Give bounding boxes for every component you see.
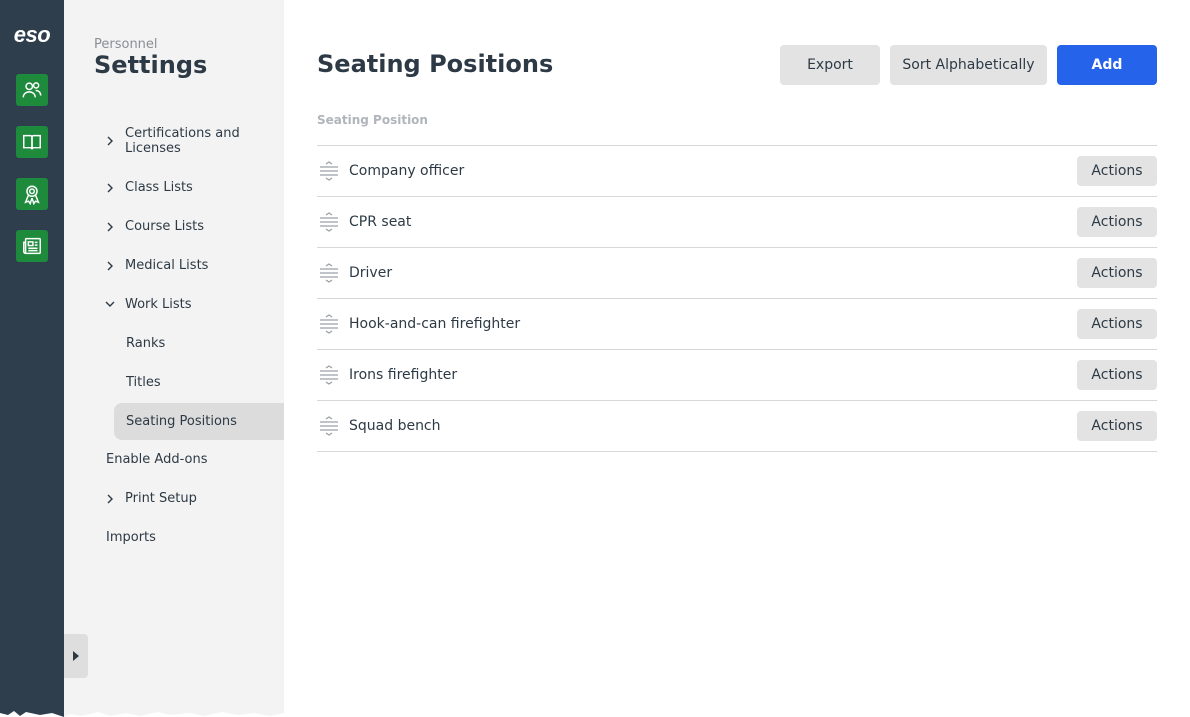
actions-button[interactable]: Actions xyxy=(1077,258,1157,288)
table-row[interactable]: CPR seat Actions xyxy=(317,197,1157,248)
eso-logo[interactable]: eso xyxy=(0,22,64,48)
sidebar-subitem-titles[interactable]: Titles xyxy=(126,375,161,390)
sidebar-item-imports[interactable]: Imports xyxy=(106,530,156,545)
chevron-right-icon[interactable] xyxy=(104,179,116,193)
sidebar-item-work-lists[interactable]: Work Lists xyxy=(125,297,192,312)
column-header-seating-position[interactable]: Seating Position xyxy=(317,113,428,127)
main-content: Seating Positions Export Sort Alphabetic… xyxy=(284,0,1190,717)
row-label: Company officer xyxy=(349,163,465,179)
chevron-down-icon[interactable] xyxy=(104,295,116,307)
row-label: CPR seat xyxy=(349,214,412,230)
drag-handle-icon[interactable] xyxy=(319,161,339,181)
news-icon[interactable] xyxy=(16,230,48,262)
torn-edge-decoration xyxy=(0,711,284,717)
drag-handle-icon[interactable] xyxy=(319,314,339,334)
table-row[interactable]: Squad bench Actions xyxy=(317,401,1157,452)
breadcrumb[interactable]: Personnel xyxy=(94,37,158,52)
actions-button[interactable]: Actions xyxy=(1077,309,1157,339)
sidebar-item-enable-addons[interactable]: Enable Add-ons xyxy=(106,452,207,467)
row-label: Squad bench xyxy=(349,418,441,434)
book-icon[interactable] xyxy=(16,126,48,158)
table-row[interactable]: Company officer Actions xyxy=(317,146,1157,197)
sidebar-subitem-seating-positions[interactable]: Seating Positions xyxy=(126,414,237,429)
sidebar-item-certifications[interactable]: Certifications and Licenses xyxy=(125,126,275,156)
row-label: Driver xyxy=(349,265,393,281)
row-label: Hook-and-can firefighter xyxy=(349,316,521,332)
collapse-sidebar-button[interactable] xyxy=(64,634,88,678)
sidebar-item-course-lists[interactable]: Course Lists xyxy=(125,219,204,234)
sort-alphabetically-button[interactable]: Sort Alphabetically xyxy=(890,45,1047,85)
chevron-right-icon[interactable] xyxy=(104,257,116,271)
chevron-right-icon[interactable] xyxy=(104,490,116,504)
actions-button[interactable]: Actions xyxy=(1077,207,1157,237)
drag-handle-icon[interactable] xyxy=(319,416,339,436)
actions-button[interactable]: Actions xyxy=(1077,411,1157,441)
drag-handle-icon[interactable] xyxy=(319,212,339,232)
row-label: Irons firefighter xyxy=(349,367,458,383)
sidebar-subitem-ranks[interactable]: Ranks xyxy=(126,336,165,351)
people-icon[interactable] xyxy=(16,74,48,106)
chevron-right-icon[interactable] xyxy=(104,218,116,232)
drag-handle-icon[interactable] xyxy=(319,263,339,283)
table-row[interactable]: Irons firefighter Actions xyxy=(317,350,1157,401)
sidebar-item-medical-lists[interactable]: Medical Lists xyxy=(125,258,208,273)
drag-handle-icon[interactable] xyxy=(319,365,339,385)
table-row[interactable]: Hook-and-can firefighter Actions xyxy=(317,299,1157,350)
sidebar-item-print-setup[interactable]: Print Setup xyxy=(125,491,197,506)
table-row[interactable]: Driver Actions xyxy=(317,248,1157,299)
add-button[interactable]: Add xyxy=(1057,45,1157,85)
chevron-right-icon[interactable] xyxy=(104,132,116,146)
sidebar-item-class-lists[interactable]: Class Lists xyxy=(125,180,193,195)
caret-right-icon xyxy=(73,651,79,661)
actions-button[interactable]: Actions xyxy=(1077,156,1157,186)
award-icon[interactable] xyxy=(16,178,48,210)
app-rail: eso xyxy=(0,0,64,717)
page-title: Seating Positions xyxy=(317,50,554,78)
sidebar-title: Settings xyxy=(94,51,208,79)
export-button[interactable]: Export xyxy=(780,45,880,85)
settings-sidebar: Personnel Settings Certifications and Li… xyxy=(64,0,284,717)
actions-button[interactable]: Actions xyxy=(1077,360,1157,390)
